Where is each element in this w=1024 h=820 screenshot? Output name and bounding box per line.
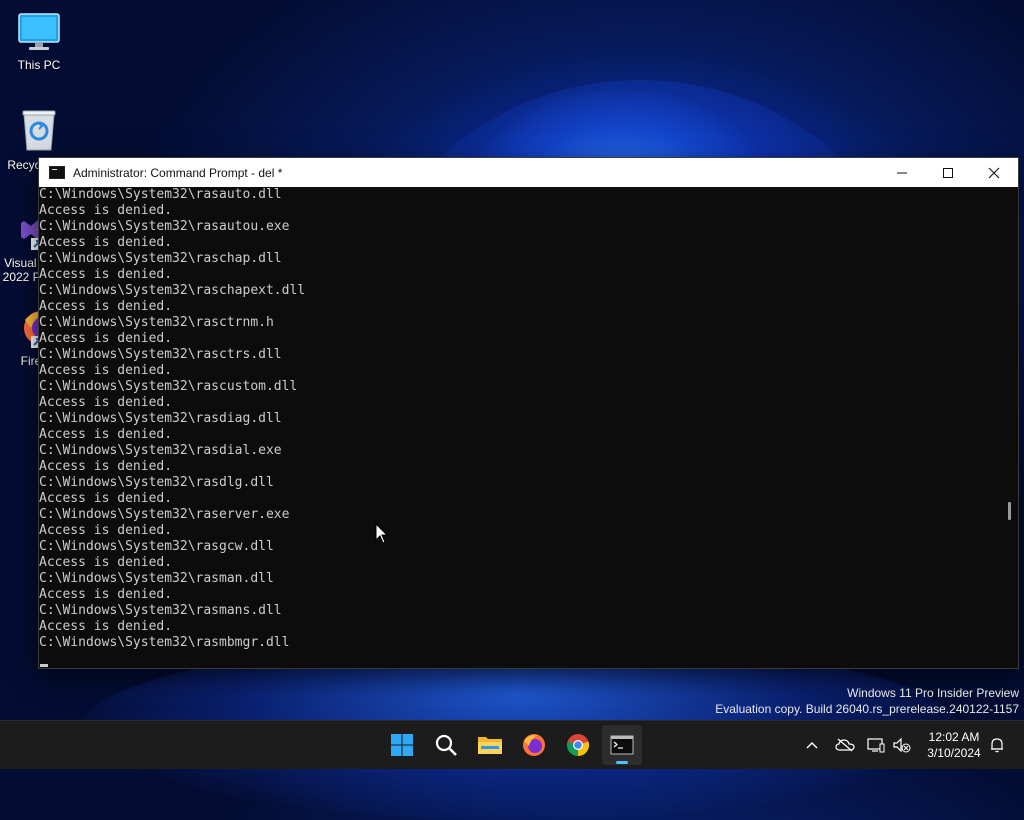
console-line: Access is denied. [39,235,173,250]
console-line: Access is denied. [39,491,173,506]
console-line: C:\Windows\System32\rasauto.dll [39,187,282,202]
start-button[interactable] [382,725,422,765]
console-line: C:\Windows\System32\raschap.dll [39,251,282,266]
console-line: C:\Windows\System32\rasman.dll [39,571,274,586]
terminal-taskbar-button[interactable] [602,725,642,765]
window-title: Administrator: Command Prompt - del * [73,165,283,180]
desktop-icon-this-pc[interactable]: This PC [0,10,78,72]
console-line: C:\Windows\System32\rascustom.dll [39,379,298,394]
evaluation-watermark: Windows 11 Pro Insider Preview Evaluatio… [715,685,1019,717]
taskbar-clock[interactable]: 12:02 AM 3/10/2024 [918,729,990,761]
console-line: C:\Windows\System32\rasctrnm.h [39,315,274,330]
console-line: C:\Windows\System32\rasctrs.dll [39,347,282,362]
console-line: Access is denied. [39,459,173,474]
console-line: Access is denied. [39,555,173,570]
console-line: C:\Windows\System32\raschapext.dll [39,283,306,298]
console-line: Access is denied. [39,619,173,634]
watermark-line-1: Windows 11 Pro Insider Preview [847,686,1019,700]
console-line: C:\Windows\System32\raserver.exe [39,507,290,522]
volume-status[interactable] [890,721,914,769]
console-line: C:\Windows\System32\rasmans.dll [39,603,282,618]
close-icon [988,167,1000,178]
console-line: Access is denied. [39,363,173,378]
start-icon [391,734,413,756]
clock-date: 3/10/2024 [927,746,981,760]
file-explorer-button[interactable] [470,725,510,765]
console-line: C:\Windows\System32\rasmbmgr.dll [39,635,290,650]
watermark-line-2: Evaluation copy. Build 26040.rs_prerelea… [715,702,1019,716]
console-line: Access is denied. [39,427,173,442]
console-line: C:\Windows\System32\rasdlg.dll [39,475,274,490]
maximize-icon [943,167,953,178]
search-button[interactable] [426,725,466,765]
console-line: Access is denied. [39,587,173,602]
command-prompt-window[interactable]: Administrator: Command Prompt - del * C:… [38,157,1019,669]
clock-time: 12:02 AM [928,730,980,744]
bell-icon [991,738,1003,753]
console-line: C:\Windows\System32\rasautou.exe [39,219,290,234]
close-button[interactable] [971,158,1017,187]
network-status[interactable] [864,721,888,769]
scrollbar-thumb[interactable] [1008,502,1011,520]
chrome-taskbar-button[interactable] [558,725,598,765]
window-titlebar[interactable]: Administrator: Command Prompt - del * [39,158,1018,187]
terminal-icon [610,735,634,755]
vertical-scrollbar[interactable] [1000,187,1018,668]
cmd-app-icon [49,166,65,179]
console-output[interactable]: C:\Windows\System32\rasauto.dll Access i… [39,187,1000,668]
console-line: Access is denied. [39,203,173,218]
volume-muted-icon [893,737,911,753]
firefox-taskbar-button[interactable] [514,725,554,765]
recycle-bin-icon [17,106,61,154]
desktop-icon-label: This PC [17,58,61,72]
mouse-pointer-icon [375,522,389,549]
chrome-icon [566,734,590,757]
search-icon [435,734,457,756]
network-icon [867,738,885,753]
console-line: C:\Windows\System32\rasgcw.dll [39,539,274,554]
notifications-button[interactable] [986,721,1008,769]
active-app-indicator [616,761,628,764]
monitor-icon [17,10,61,54]
show-hidden-icons-button[interactable] [800,721,824,769]
console-line: C:\Windows\System32\rasdiag.dll [39,411,282,426]
minimize-icon [897,172,907,173]
console-line: Access is denied. [39,395,173,410]
console-line: Access is denied. [39,267,173,282]
console-line: Access is denied. [39,523,173,538]
text-caret [40,664,48,667]
chevron-up-icon [806,742,818,749]
console-line: C:\Windows\System32\rasdial.exe [39,443,282,458]
cloud-offline-icon [835,738,855,752]
taskbar: 12:02 AM 3/10/2024 [0,720,1024,769]
console-line: Access is denied. [39,331,173,346]
minimize-button[interactable] [879,158,925,187]
maximize-button[interactable] [925,158,971,187]
file-explorer-icon [478,737,502,754]
firefox-icon [523,734,545,756]
console-line: Access is denied. [39,299,173,314]
onedrive-status[interactable] [832,721,858,769]
